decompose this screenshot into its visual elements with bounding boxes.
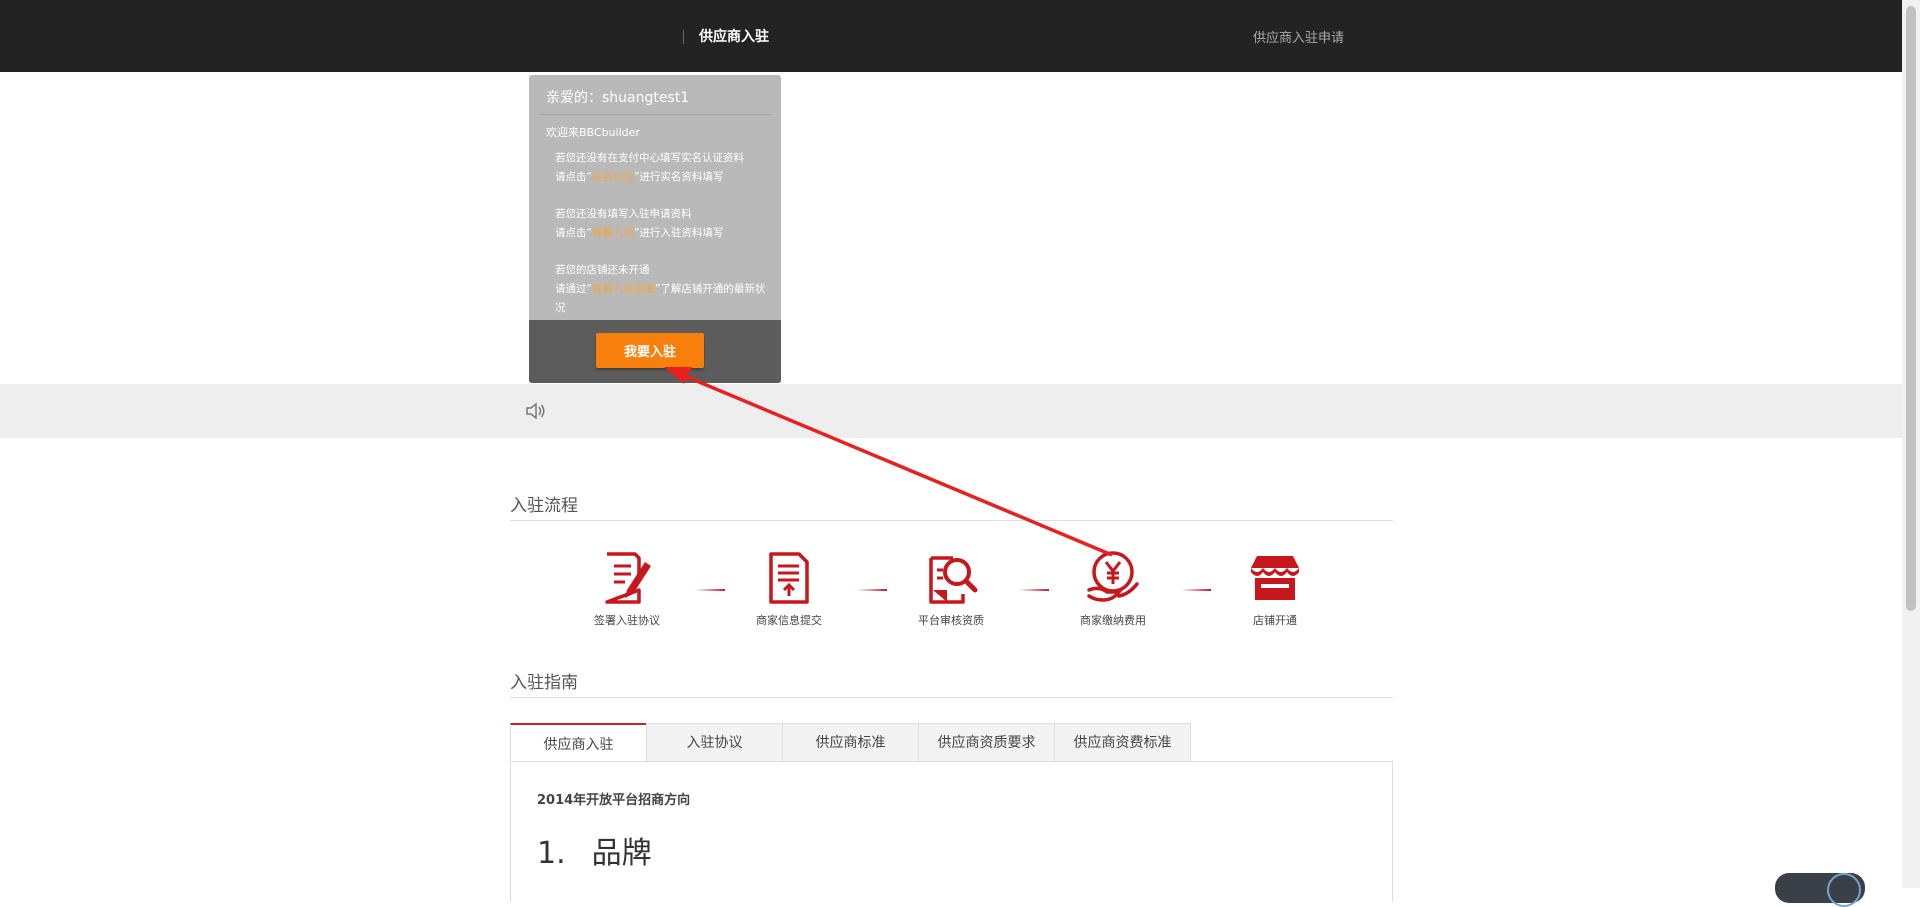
top-navigation-bar: 供应商入驻 供应商入驻申请 <box>0 0 1902 72</box>
page-scrollbar[interactable] <box>1902 0 1920 888</box>
step-arrow <box>1181 589 1211 591</box>
tip-progress-line1: 若您的店铺还未开通 <box>555 264 650 276</box>
tab-supplier-fees[interactable]: 供应商资费标准 <box>1054 723 1191 762</box>
speaker-icon <box>526 402 545 420</box>
tab-supplier-settle[interactable]: 供应商入驻 <box>510 723 647 764</box>
upload-document-icon <box>769 552 809 604</box>
step-sign-agreement: 签署入驻协议 <box>572 550 682 628</box>
step-arrow <box>857 589 887 591</box>
tab-supplier-standard[interactable]: 供应商标准 <box>782 723 919 762</box>
step-label: 商家缴纳费用 <box>1080 614 1146 627</box>
step-label: 签署入驻协议 <box>594 614 660 627</box>
step-platform-review: 平台审核资质 <box>896 550 1006 628</box>
tip-realname-post: ”进行实名资料填写 <box>633 171 724 183</box>
content-heading: 1. 品牌 <box>537 828 652 872</box>
scrollbar-thumb[interactable] <box>1906 6 1916 611</box>
floating-widget[interactable] <box>1775 873 1865 907</box>
store-icon <box>1251 556 1299 600</box>
step-submit-info: 商家信息提交 <box>734 550 844 628</box>
tip-realname-pre: 请点击“ <box>555 171 592 183</box>
tip-apply-line1: 若您还没有填写入驻申请资料 <box>555 208 692 220</box>
apply-settle-button[interactable]: 我要入驻 <box>596 333 704 368</box>
widget-ring-icon <box>1827 873 1861 907</box>
step-label: 商家信息提交 <box>756 614 822 627</box>
process-section-divider <box>510 520 1393 521</box>
tip-apply-pre: 请点击“ <box>555 227 592 239</box>
tip-apply: 若您还没有填写入驻申请资料 请点击“我要入驻”进行入驻资料填写 <box>555 205 770 243</box>
step-label: 平台审核资质 <box>918 614 984 627</box>
tab-supplier-qualification[interactable]: 供应商资质要求 <box>918 723 1055 762</box>
content-subheading: 2014年开放平台招商方向 <box>537 793 691 808</box>
step-arrow <box>1019 589 1049 591</box>
welcome-popup: 亲爱的：shuangtest1 欢迎来BBCbuilder 若您还没有在支付中心… <box>529 75 781 383</box>
supplier-apply-link[interactable]: 供应商入驻申请 <box>1253 27 1344 46</box>
tip-realname: 若您还没有在支付中心填写实名认证资料 请点击“实名认证”进行实名资料填写 <box>555 149 770 187</box>
greeting-text: 亲爱的：shuangtest1 <box>546 90 690 106</box>
guide-section-divider <box>510 697 1393 698</box>
search-document-icon <box>929 556 978 604</box>
heading-text: 品牌 <box>591 836 652 871</box>
tip-progress-pre: 请通过“ <box>555 283 592 295</box>
heading-number: 1. <box>537 836 566 871</box>
tip-apply-post: ”进行入驻资料填写 <box>633 227 724 239</box>
step-pay-fees: 商家缴纳费用 <box>1058 550 1168 628</box>
tip-progress: 若您的店铺还未开通 请通过“查看入驻进度”了解店铺开通的最新状况 <box>555 261 770 318</box>
guide-tab-content: 2014年开放平台招商方向 1. 品牌 <box>510 761 1393 902</box>
apply-link[interactable]: 我要入驻 <box>592 227 634 239</box>
title-divider <box>683 30 684 44</box>
tab-settle-agreement[interactable]: 入驻协议 <box>646 723 783 762</box>
view-progress-link[interactable]: 查看入驻进度 <box>592 283 655 295</box>
guide-section-title: 入驻指南 <box>510 673 578 693</box>
announcement-bar <box>0 384 1902 438</box>
yuan-payment-icon <box>1087 551 1139 602</box>
tip-realname-line1: 若您还没有在支付中心填写实名认证资料 <box>555 152 744 164</box>
popup-divider <box>539 114 771 115</box>
popup-footer: 我要入驻 <box>529 320 781 383</box>
page-title: 供应商入驻 <box>699 29 769 45</box>
realname-auth-link[interactable]: 实名认证 <box>592 171 634 183</box>
process-section-title: 入驻流程 <box>510 496 578 516</box>
sign-document-icon <box>605 552 651 604</box>
step-store-open: 店铺开通 <box>1220 550 1330 628</box>
step-arrow <box>695 589 725 591</box>
welcome-text: 欢迎来BBCbuilder <box>546 126 640 139</box>
step-label: 店铺开通 <box>1253 614 1297 627</box>
